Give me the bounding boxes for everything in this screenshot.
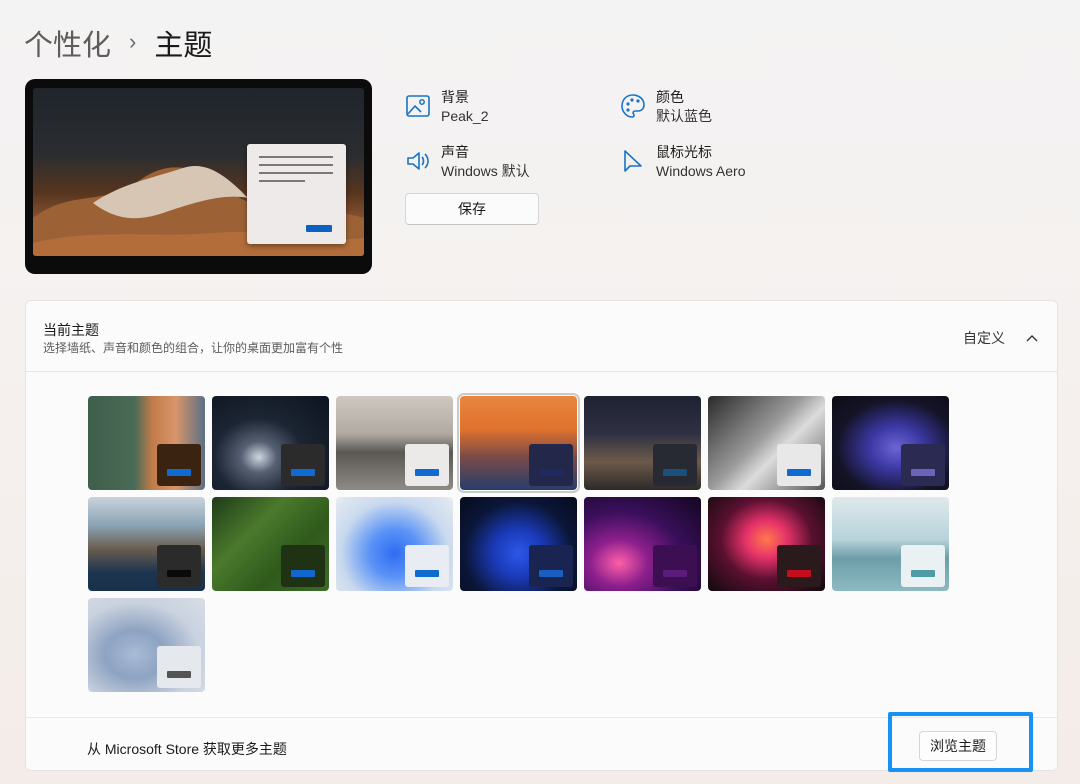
custom-theme-label: 自定义 <box>963 330 1005 346</box>
image-icon <box>406 95 430 117</box>
theme-swatch <box>281 545 325 587</box>
color-value: 默认蓝色 <box>656 108 712 124</box>
breadcrumb-separator: › <box>129 29 137 54</box>
theme-swatch <box>281 444 325 486</box>
theme-accent-bar <box>415 469 439 476</box>
preview-text-line <box>259 172 333 174</box>
theme-preview <box>25 79 372 274</box>
theme-thumbnail[interactable] <box>708 497 825 591</box>
preview-text-line <box>259 180 305 182</box>
theme-swatch <box>653 545 697 587</box>
theme-thumbnail[interactable] <box>457 393 580 493</box>
theme-swatch <box>901 545 945 587</box>
preview-window <box>247 144 346 244</box>
save-button[interactable]: 保存 <box>405 193 539 225</box>
theme-accent-bar <box>167 671 191 678</box>
theme-swatch <box>157 646 201 688</box>
theme-swatch <box>901 444 945 486</box>
current-theme-expander[interactable]: 自定义 <box>963 328 1039 348</box>
cursor-setting[interactable]: 鼠标光标 Windows Aero <box>619 143 745 181</box>
sound-value: Windows 默认 <box>441 163 530 179</box>
chevron-up-icon <box>1026 335 1038 342</box>
theme-thumbnail[interactable] <box>212 396 329 490</box>
theme-thumbnail[interactable] <box>336 396 453 490</box>
sound-label: 声音 <box>441 144 469 160</box>
theme-thumbnail[interactable] <box>88 497 205 591</box>
theme-swatch <box>157 545 201 587</box>
highlight-box <box>888 712 1033 772</box>
color-setting[interactable]: 颜色 默认蓝色 <box>619 88 712 126</box>
current-theme-description: 选择墙纸、声音和颜色的组合，让你的桌面更加富有个性 <box>43 341 344 355</box>
store-text: 从 Microsoft Store 获取更多主题 <box>87 741 287 757</box>
theme-thumbnail[interactable] <box>584 396 701 490</box>
theme-swatch <box>529 444 573 486</box>
theme-thumbnail[interactable] <box>88 396 205 490</box>
cursor-icon <box>624 150 642 172</box>
theme-accent-bar <box>167 469 191 476</box>
theme-accent-bar <box>539 469 563 476</box>
theme-thumbnail[interactable] <box>460 497 577 591</box>
theme-accent-bar <box>291 469 315 476</box>
preview-text-line <box>259 156 333 158</box>
theme-thumbnail[interactable] <box>708 396 825 490</box>
cursor-label: 鼠标光标 <box>656 144 712 160</box>
theme-thumbnail[interactable] <box>88 598 205 692</box>
cursor-value: Windows Aero <box>656 163 746 179</box>
theme-swatch <box>777 545 821 587</box>
theme-accent-bar <box>291 570 315 577</box>
theme-thumbnail[interactable] <box>584 497 701 591</box>
page-title: 主题 <box>154 30 213 62</box>
speaker-icon <box>407 152 429 170</box>
current-theme-panel: 当前主题 选择墙纸、声音和颜色的组合，让你的桌面更加富有个性 自定义 从 Mic… <box>25 300 1058 771</box>
background-value: Peak_2 <box>441 108 489 124</box>
theme-accent-bar <box>911 570 935 577</box>
theme-swatch <box>777 444 821 486</box>
breadcrumb: 个性化 › 主题 <box>24 22 212 64</box>
theme-accent-bar <box>415 570 439 577</box>
background-setting[interactable]: 背景 Peak_2 <box>404 88 488 126</box>
theme-swatch <box>405 444 449 486</box>
theme-accent-bar <box>167 570 191 577</box>
background-label: 背景 <box>441 89 469 105</box>
current-theme-title: 当前主题 <box>43 322 99 338</box>
theme-swatch <box>405 545 449 587</box>
theme-swatch <box>157 444 201 486</box>
color-label: 颜色 <box>656 89 684 105</box>
theme-accent-bar <box>787 570 811 577</box>
theme-swatch <box>653 444 697 486</box>
theme-accent-bar <box>663 469 687 476</box>
theme-thumbnail[interactable] <box>212 497 329 591</box>
preview-accent-button <box>306 225 332 232</box>
theme-swatch <box>529 545 573 587</box>
theme-accent-bar <box>663 570 687 577</box>
theme-accent-bar <box>787 469 811 476</box>
palette-icon <box>621 94 645 118</box>
sound-setting[interactable]: 声音 Windows 默认 <box>404 143 530 181</box>
breadcrumb-parent[interactable]: 个性化 <box>24 22 111 64</box>
theme-thumbnail[interactable] <box>832 497 949 591</box>
theme-accent-bar <box>911 469 935 476</box>
theme-thumbnail[interactable] <box>336 497 453 591</box>
theme-accent-bar <box>539 570 563 577</box>
preview-wallpaper <box>33 88 364 256</box>
theme-thumbnail[interactable] <box>832 396 949 490</box>
current-theme-header[interactable]: 当前主题 选择墙纸、声音和颜色的组合，让你的桌面更加富有个性 自定义 <box>26 301 1057 372</box>
preview-text-line <box>259 164 333 166</box>
